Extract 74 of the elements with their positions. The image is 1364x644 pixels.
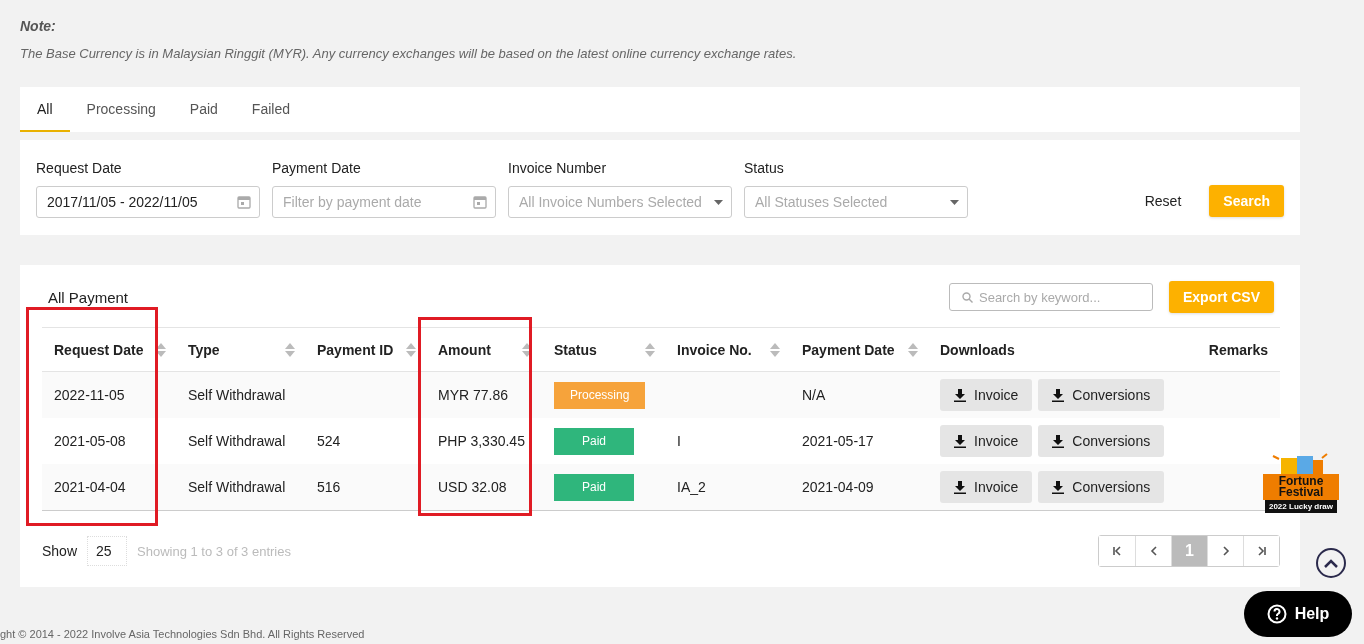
column-header[interactable]: Status [554, 341, 597, 358]
table-cell: Self Withdrawal [188, 433, 286, 449]
help-icon [1266, 604, 1287, 624]
chevron-up-icon [1324, 558, 1338, 568]
table-cell: 2021-05-08 [54, 433, 126, 449]
tab[interactable]: Paid [172, 87, 235, 132]
filter-label: Invoice Number [508, 160, 608, 176]
status-badge: Processing [554, 381, 646, 409]
download-button[interactable]: Conversions [1038, 471, 1165, 503]
download-button[interactable]: Conversions [1038, 425, 1165, 457]
filter-label: Request Date [36, 160, 123, 176]
column-header[interactable]: Request Date [54, 341, 144, 358]
table-cell: IA_2 [677, 479, 706, 495]
reset-button[interactable]: Reset [1138, 192, 1188, 210]
column-header: Downloads [940, 341, 1015, 358]
status-badge: Paid [554, 473, 634, 501]
column-header[interactable]: Payment ID [317, 341, 394, 358]
help-button[interactable]: Help [1244, 591, 1352, 637]
table-cell: 524 [317, 433, 341, 449]
copyright-text: ght © 2014 - 2022 Involve Asia Technologies Sdn Bhd. All Rights Reserved [0, 628, 365, 640]
sort-icon[interactable] [156, 342, 166, 357]
sort-icon[interactable] [522, 342, 532, 357]
date-field[interactable]: 2017/11/05 - 2022/11/05 [36, 186, 260, 218]
calendar-icon [237, 195, 251, 209]
table-cell: Self Withdrawal [188, 479, 286, 495]
table-cell: 2021-05-17 [802, 433, 874, 449]
chevron-icon [1111, 545, 1123, 557]
download-icon [1052, 480, 1065, 494]
table-cell: N/A [802, 387, 826, 403]
table-cell: 2021-04-09 [802, 479, 874, 495]
calendar-icon [473, 195, 487, 209]
table-title: All Payment [48, 288, 129, 306]
tab[interactable]: Processing [69, 87, 173, 132]
chevron-icon [1255, 545, 1268, 557]
caret-icon [950, 199, 959, 205]
download-icon [954, 480, 966, 494]
download-button[interactable]: Invoice [940, 471, 1033, 503]
download-button[interactable]: Invoice [940, 425, 1033, 457]
tab[interactable]: All [20, 87, 70, 132]
status-badge: Paid [554, 427, 634, 455]
note-title: Note: [20, 18, 57, 34]
last-page-button[interactable] [1243, 536, 1279, 566]
search-icon [962, 291, 973, 303]
download-icon [1052, 388, 1065, 402]
column-header[interactable]: Type [188, 341, 220, 358]
promo-title: Fortune Festival [1263, 474, 1339, 500]
download-button[interactable]: Invoice [940, 379, 1033, 411]
note-text: The Base Currency is in Malaysian Ringgit (MYR). Any currency exchanges will be based on the latest online currency exchange rates. [20, 46, 798, 61]
column-header: Remarks [1208, 341, 1268, 358]
download-icon [954, 388, 966, 402]
column-header[interactable]: Invoice No. [677, 341, 752, 358]
table-cell: 2021-04-04 [54, 479, 126, 495]
download-button[interactable]: Conversions [1038, 379, 1165, 411]
show-label: Show [42, 543, 78, 559]
table-cell: Self Withdrawal [188, 387, 286, 403]
scroll-top-button[interactable] [1316, 548, 1346, 578]
filter-label: Payment Date [272, 160, 362, 176]
column-header[interactable]: Amount [438, 341, 491, 358]
entries-info: Showing 1 to 3 of 3 entries [137, 543, 291, 559]
table-cell: USD 32.08 [438, 479, 507, 495]
page-size-field[interactable]: 25 [87, 536, 128, 566]
download-icon [954, 434, 966, 448]
table-cell: 2022-11-05 [54, 387, 125, 403]
table-cell: MYR 77.86 [438, 387, 509, 403]
caret-icon [714, 199, 723, 205]
table-cell: 516 [317, 479, 341, 495]
promo-badge[interactable]: Fortune Festival 2022 Lucky draw [1261, 452, 1341, 522]
table-cell: I [677, 433, 681, 449]
tab[interactable]: Failed [234, 87, 307, 132]
table-cell: PHP 3,330.45 [438, 433, 525, 449]
column-header[interactable]: Payment Date [802, 341, 895, 358]
promo-subtitle: 2022 Lucky draw [1264, 500, 1337, 513]
download-icon [1052, 434, 1065, 448]
filter-label: Status [744, 160, 785, 176]
